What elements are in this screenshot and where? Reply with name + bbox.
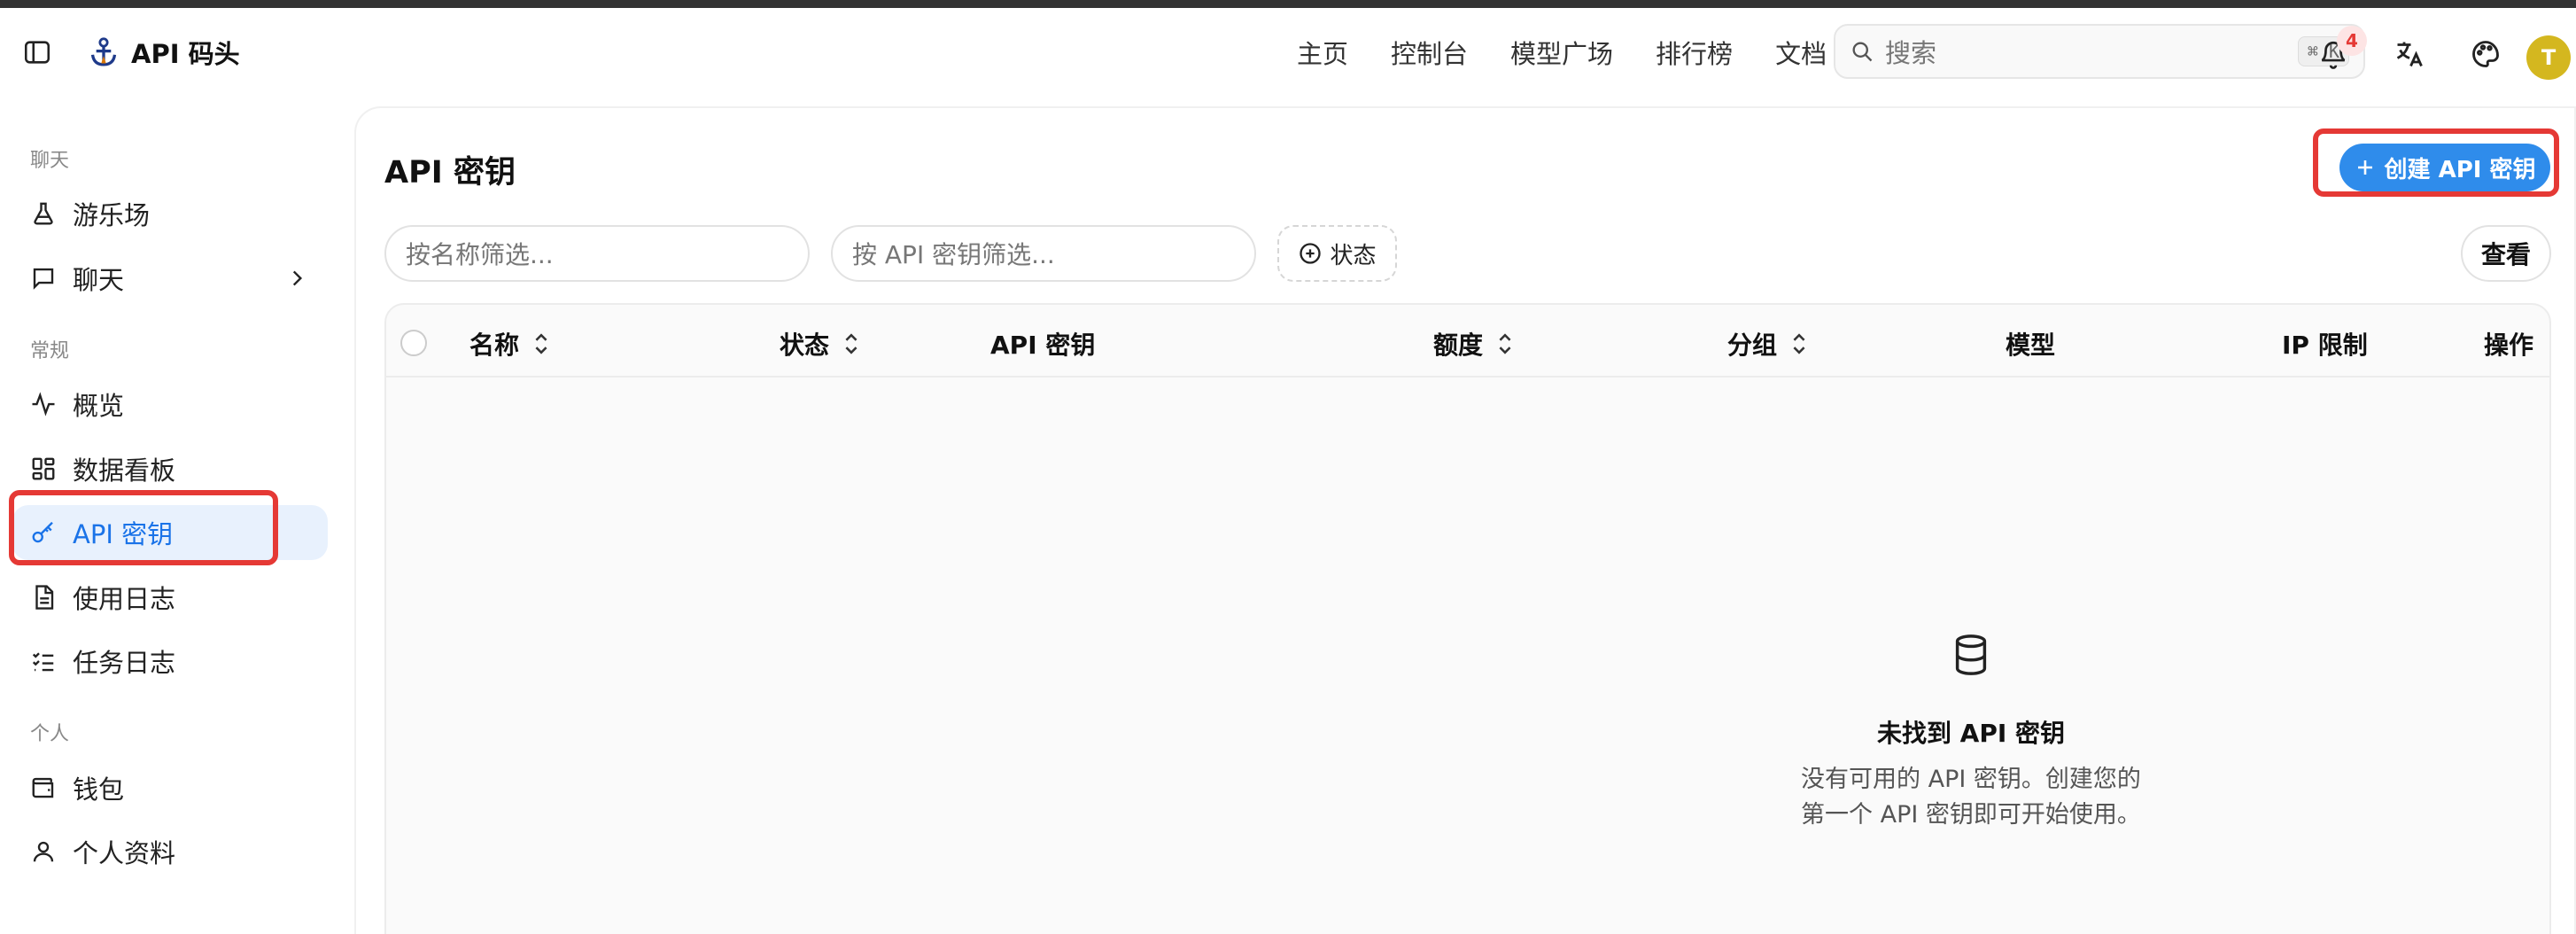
- column-group: 分组: [1727, 326, 1809, 362]
- column-models: 模型: [2006, 326, 2055, 362]
- view-options-button[interactable]: 查看: [2461, 225, 2551, 282]
- nav-leaderboard[interactable]: 排行榜: [1634, 31, 1754, 74]
- column-label: 分组: [1727, 331, 1778, 360]
- column-label: IP 限制: [2282, 331, 2368, 360]
- sidebar-toggle-icon: [24, 41, 50, 64]
- top-nav: 主页 控制台 模型广场 排行榜 文档: [1276, 31, 1848, 74]
- sidebar-item-usage-logs[interactable]: 使用日志: [12, 570, 328, 625]
- chat-bubble-icon: [33, 268, 54, 290]
- brand-name: API 码头: [131, 39, 240, 69]
- column-label: 状态: [780, 331, 830, 360]
- key-filter-input[interactable]: 按 API 密钥筛选...: [831, 225, 1256, 282]
- page-title: API 密钥: [384, 155, 516, 191]
- empty-state-title: 未找到 API 密钥: [1876, 719, 2066, 748]
- sort-icon: [535, 333, 547, 354]
- user-icon: [33, 841, 54, 862]
- sidebar-item-api-keys[interactable]: API 密钥: [12, 505, 328, 560]
- sidebar-item-label: 游乐场: [73, 200, 151, 230]
- column-name: 名称: [469, 326, 551, 362]
- window-top-strip: [0, 0, 2576, 8]
- anchor-logo-icon: [90, 37, 117, 66]
- dashboard-grid-icon: [32, 457, 55, 480]
- wallet-icon: [32, 777, 54, 798]
- sidebar-item-label: 聊天: [73, 265, 125, 295]
- column-label: 名称: [469, 331, 520, 360]
- language-button[interactable]: [2388, 33, 2431, 75]
- empty-state-line: 第一个 API 密钥即可开始使用。: [1801, 801, 2141, 829]
- palette-icon: [2472, 41, 2499, 67]
- plus-circle-icon: [1300, 243, 1322, 264]
- column-status: 状态: [780, 326, 861, 362]
- sidebar-item-task-logs[interactable]: 任务日志: [12, 634, 328, 689]
- sort-icon: [1793, 333, 1805, 354]
- sort-icon: [1499, 333, 1511, 354]
- search-icon: [1852, 42, 1873, 62]
- activity-icon: [32, 392, 55, 416]
- column-api-key: API 密钥: [990, 326, 1095, 362]
- database-icon: [1955, 634, 1987, 675]
- user-avatar[interactable]: T: [2526, 35, 2571, 80]
- sidebar-item-label: 个人资料: [73, 838, 176, 868]
- table-header: 名称 状态 API 密钥 额度 分组 模型 IP 限制 操作: [386, 305, 2549, 377]
- search-box[interactable]: 搜索 ⌘ K: [1834, 24, 2365, 79]
- create-button-label: 创建 API 密钥: [2384, 156, 2536, 183]
- flask-icon: [34, 202, 53, 225]
- search-placeholder: 搜索: [1885, 38, 1937, 68]
- sidebar-item-dashboard[interactable]: 数据看板: [12, 441, 328, 496]
- empty-state-description: 没有可用的 API 密钥。创建您的 第一个 API 密钥即可开始使用。: [1781, 762, 2161, 833]
- select-all-checkbox[interactable]: [400, 330, 427, 356]
- nav-home[interactable]: 主页: [1276, 31, 1369, 74]
- sidebar-item-label: 概览: [73, 391, 125, 421]
- sidebar-item-label: 数据看板: [73, 455, 176, 486]
- status-filter-label: 状态: [1330, 242, 1377, 269]
- create-api-key-button[interactable]: 创建 API 密钥: [2339, 144, 2550, 191]
- sidebar-section-personal: 个人: [30, 723, 70, 745]
- column-label: API 密钥: [990, 331, 1096, 360]
- sort-icon: [845, 333, 857, 354]
- chevron-right-icon: [292, 270, 303, 286]
- translate-icon: [2396, 42, 2423, 67]
- sidebar-item-chat[interactable]: 聊天: [12, 251, 328, 306]
- sidebar-item-playground[interactable]: 游乐场: [12, 186, 328, 241]
- column-ip-limit: IP 限制: [2282, 326, 2368, 362]
- top-header: API 码头 主页 控制台 模型广场 排行榜 文档 搜索 ⌘ K 4 T: [0, 8, 2576, 95]
- sidebar-item-label: 使用日志: [73, 584, 176, 614]
- nav-models[interactable]: 模型广场: [1489, 31, 1634, 74]
- status-filter-button[interactable]: 状态: [1277, 225, 1397, 282]
- sidebar-item-profile[interactable]: 个人资料: [12, 824, 328, 879]
- name-filter-placeholder: 按名称筛选...: [406, 240, 554, 269]
- plus-icon: [2357, 160, 2372, 175]
- sidebar-item-label: API 密钥: [73, 519, 174, 549]
- column-actions: 操作: [2484, 326, 2533, 362]
- sort-button[interactable]: [531, 331, 551, 356]
- theme-button[interactable]: [2464, 33, 2507, 75]
- column-label: 模型: [2006, 331, 2056, 360]
- sidebar-item-wallet[interactable]: 钱包: [12, 760, 328, 815]
- column-label: 额度: [1433, 331, 1484, 360]
- column-label: 操作: [2484, 331, 2534, 360]
- sidebar-item-label: 钱包: [73, 774, 125, 805]
- document-icon: [35, 585, 54, 610]
- brand[interactable]: API 码头: [89, 35, 240, 70]
- empty-state-line: 没有可用的 API 密钥。创建您的: [1801, 766, 2141, 793]
- sort-button[interactable]: [1789, 331, 1809, 356]
- view-options-label: 查看: [2480, 240, 2531, 269]
- sort-button[interactable]: [1495, 331, 1515, 356]
- key-icon: [32, 521, 53, 543]
- name-filter-input[interactable]: 按名称筛选...: [384, 225, 810, 282]
- nav-console[interactable]: 控制台: [1369, 31, 1489, 74]
- api-keys-table: 名称 状态 API 密钥 额度 分组 模型 IP 限制 操作: [384, 303, 2551, 934]
- key-filter-placeholder: 按 API 密钥筛选...: [852, 240, 1055, 269]
- notification-count-badge: 4: [2337, 26, 2367, 56]
- checklist-icon: [32, 652, 54, 672]
- column-quota: 额度: [1433, 326, 1515, 362]
- sidebar-section-general: 常规: [30, 340, 70, 362]
- sidebar-section-chat: 聊天: [30, 150, 70, 172]
- sidebar-item-label: 任务日志: [73, 648, 176, 678]
- sidebar-toggle-button[interactable]: [19, 35, 55, 70]
- sidebar-item-overview[interactable]: 概览: [12, 377, 328, 432]
- sort-button[interactable]: [842, 331, 861, 356]
